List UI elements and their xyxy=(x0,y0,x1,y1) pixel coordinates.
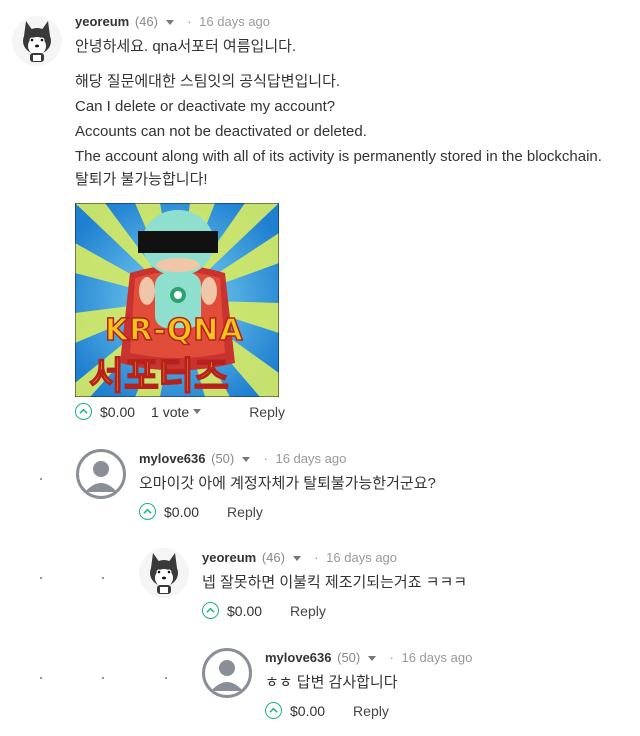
upvote-chevron-icon[interactable] xyxy=(75,403,92,420)
separator-dot: · xyxy=(314,550,319,565)
author-reputation: (46) xyxy=(261,550,285,565)
poster-title-top: KR-QNA xyxy=(104,312,244,349)
payout-value[interactable]: $0.00 xyxy=(227,603,262,619)
reply-button[interactable]: Reply xyxy=(353,703,389,719)
avatar-yeoreum[interactable] xyxy=(139,548,189,598)
comment-text-line: 해당 질문에대한 스팀잇의 공식답변입니다. xyxy=(75,73,341,90)
author-line: mylove636 (50) · 16 days ago xyxy=(139,451,346,466)
thread-indicator xyxy=(165,677,167,679)
comment-date[interactable]: 16 days ago xyxy=(401,650,472,665)
caret-down-icon[interactable] xyxy=(292,556,301,562)
comment-text-line: 안녕하세요. qna서포터 여름입니다. xyxy=(75,38,297,55)
author-line: yeoreum (46) · 16 days ago xyxy=(75,14,270,29)
avatar-mylove636[interactable] xyxy=(202,648,252,698)
reply-button[interactable]: Reply xyxy=(290,603,326,619)
comment-footer: $0.00 1 vote Reply xyxy=(75,403,285,420)
comment-text-line: The account along with all of its activi… xyxy=(75,148,602,165)
author-reputation: (50) xyxy=(211,451,235,466)
caret-down-icon[interactable] xyxy=(241,457,250,463)
husky-dog-icon xyxy=(12,16,62,66)
author-line: mylove636 (50) · 16 days ago xyxy=(265,650,472,665)
husky-dog-icon xyxy=(139,548,189,598)
comment-text-line: 오마이갓 아에 계정자체가 탈퇴불가능한거군요? xyxy=(139,475,436,492)
default-user-icon xyxy=(211,660,243,691)
author-name[interactable]: mylove636 xyxy=(139,451,206,466)
avatar-mylove636[interactable] xyxy=(76,449,126,499)
poster-title-bottom: 서포터즈 xyxy=(88,353,229,397)
payout-value[interactable]: $0.00 xyxy=(100,404,135,420)
author-line: yeoreum (46) · 16 days ago xyxy=(202,550,397,565)
reply-button[interactable]: Reply xyxy=(249,404,285,420)
comment-date[interactable]: 16 days ago xyxy=(326,550,397,565)
comment-date[interactable]: 16 days ago xyxy=(275,451,346,466)
comment-text-line: 넵 잘못하면 이불킥 제조기되는거죠 ㅋㅋㅋ xyxy=(202,574,468,591)
upvote-chevron-icon[interactable] xyxy=(139,503,156,520)
comment-date[interactable]: 16 days ago xyxy=(199,14,270,29)
vote-count[interactable]: 1 vote xyxy=(151,403,202,420)
author-name[interactable]: yeoreum xyxy=(202,550,256,565)
thread-indicator xyxy=(40,478,42,480)
payout-value[interactable]: $0.00 xyxy=(290,703,325,719)
thread-indicator xyxy=(40,677,42,679)
caret-down-icon[interactable] xyxy=(367,656,376,662)
comment-text-line: ㅎㅎ 답변 감사합니다 xyxy=(265,674,398,691)
separator-dot: · xyxy=(389,650,394,665)
comment-footer: $0.00 Reply xyxy=(265,702,389,719)
payout-value[interactable]: $0.00 xyxy=(164,504,199,520)
comment-text-line: Can I delete or deactivate my account? xyxy=(75,98,336,115)
comment-footer: $0.00 Reply xyxy=(202,602,326,619)
vote-count-label: 1 vote xyxy=(151,403,190,420)
comment-footer: $0.00 Reply xyxy=(139,503,263,520)
thread-indicator xyxy=(40,577,42,579)
author-name[interactable]: yeoreum xyxy=(75,14,129,29)
default-user-icon xyxy=(85,461,117,492)
author-reputation: (46) xyxy=(134,14,158,29)
thread-indicator xyxy=(102,677,104,679)
kr-qna-supporters-image[interactable]: KR-QNA 서포터즈 xyxy=(75,203,279,397)
separator-dot: · xyxy=(187,14,192,29)
comment-text-line: Accounts can not be deactivated or delet… xyxy=(75,123,367,140)
reply-button[interactable]: Reply xyxy=(227,504,263,520)
thread-indicator xyxy=(102,577,104,579)
upvote-chevron-icon[interactable] xyxy=(265,702,282,719)
author-reputation: (50) xyxy=(337,650,361,665)
upvote-chevron-icon[interactable] xyxy=(202,602,219,619)
author-name[interactable]: mylove636 xyxy=(265,650,332,665)
comment-text-line: 탈퇴가 불가능합니다! xyxy=(75,171,208,188)
caret-down-icon xyxy=(193,409,202,414)
avatar-yeoreum[interactable] xyxy=(12,16,62,66)
caret-down-icon[interactable] xyxy=(165,20,174,26)
separator-dot: · xyxy=(263,451,268,466)
